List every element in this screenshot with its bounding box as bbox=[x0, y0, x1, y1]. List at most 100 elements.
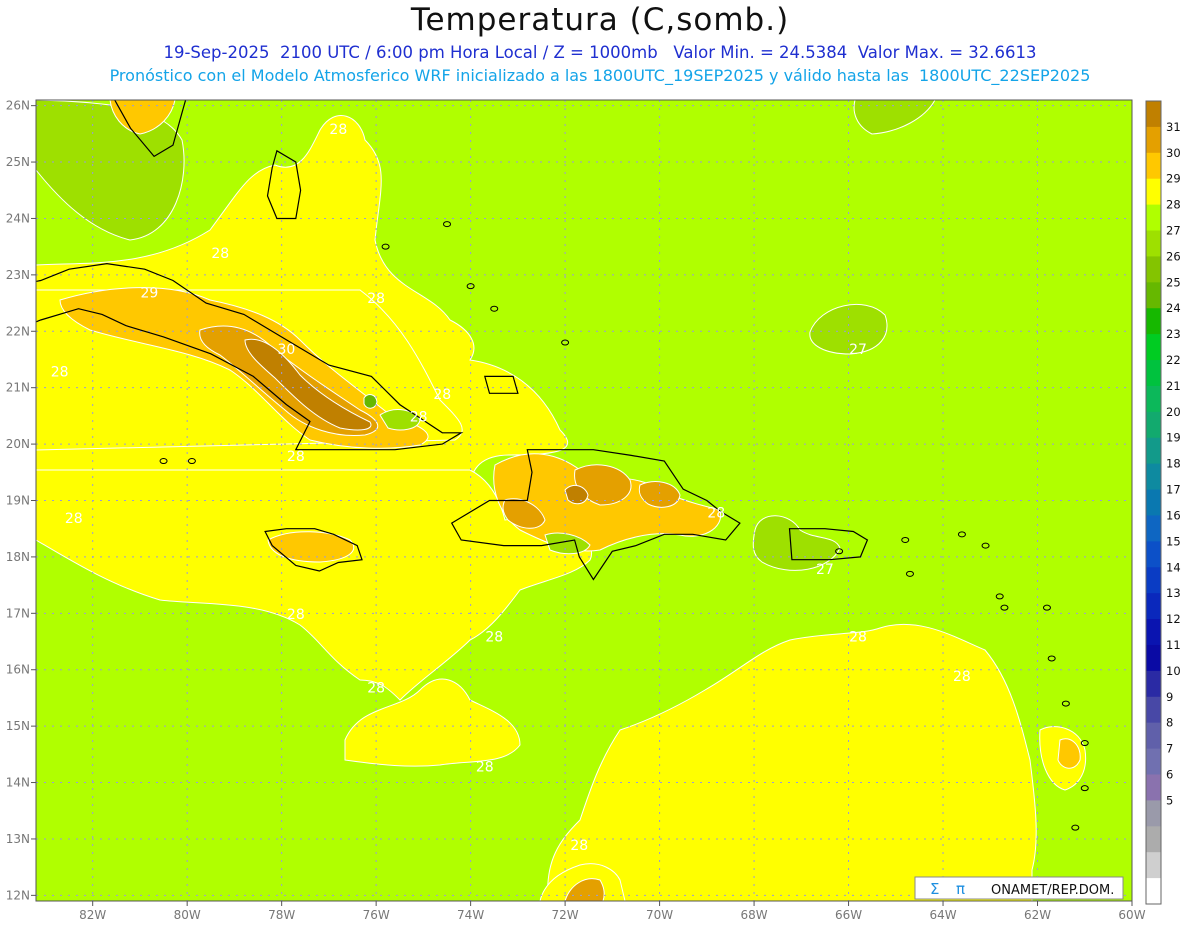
contour-label: 29 bbox=[140, 285, 158, 301]
lat-tick-label: 26N bbox=[6, 99, 30, 113]
contour-label: 28 bbox=[367, 291, 385, 307]
lon-tick-label: 74W bbox=[457, 908, 484, 922]
legend-swatch bbox=[1146, 463, 1161, 491]
contour-label: 28 bbox=[485, 630, 503, 646]
legend-label: 12 bbox=[1166, 612, 1181, 626]
contour-label: 28 bbox=[287, 449, 305, 465]
lon-tick-label: 72W bbox=[552, 908, 579, 922]
lon-tick-label: 76W bbox=[363, 908, 390, 922]
legend-label: 19 bbox=[1166, 431, 1181, 445]
legend-swatch bbox=[1146, 619, 1161, 646]
legend-swatch bbox=[1146, 670, 1161, 698]
legend-label: 17 bbox=[1166, 483, 1181, 497]
lon-tick-label: 82W bbox=[79, 908, 106, 922]
lon-tick-label: 64W bbox=[929, 908, 956, 922]
legend-swatch bbox=[1146, 152, 1161, 180]
legend-label: 30 bbox=[1166, 146, 1181, 160]
legend-swatch bbox=[1146, 696, 1161, 724]
legend-label: 11 bbox=[1166, 638, 1181, 652]
legend-label: 14 bbox=[1166, 560, 1181, 574]
legend-swatch bbox=[1146, 360, 1161, 387]
credit-sigma-logo: Σ bbox=[930, 880, 939, 898]
lat-tick-label: 14N bbox=[6, 776, 30, 790]
legend-swatch bbox=[1146, 411, 1161, 439]
contour-label: 28 bbox=[707, 505, 725, 521]
contour-label: 27 bbox=[816, 562, 834, 578]
legend-label: 7 bbox=[1166, 742, 1173, 756]
temperature-map: 282829 283028282828272827282828 2828282828… bbox=[6, 99, 1181, 922]
legend-swatch bbox=[1146, 230, 1161, 257]
lon-tick-label: 62W bbox=[1024, 908, 1051, 922]
legend-label: 15 bbox=[1166, 534, 1181, 548]
contour-label: 28 bbox=[849, 630, 867, 646]
lat-tick-label: 20N bbox=[6, 437, 30, 451]
legend-label: 5 bbox=[1166, 793, 1173, 807]
lat-tick-label: 16N bbox=[6, 663, 30, 677]
contour-label: 28 bbox=[570, 838, 588, 854]
contour-label: 28 bbox=[410, 410, 428, 426]
legend-label: 25 bbox=[1166, 275, 1181, 289]
legend-swatch bbox=[1146, 567, 1161, 594]
legend-label: 20 bbox=[1166, 405, 1181, 419]
legend-label: 29 bbox=[1166, 172, 1181, 186]
lat-tick-label: 12N bbox=[6, 888, 30, 902]
contour-label: 27 bbox=[849, 342, 867, 358]
legend-label: 21 bbox=[1166, 379, 1181, 393]
color-legend: 31 30 29 28 27 26 25 24 23 22 21 20 19 18 17 16 15 14 13 12… bbox=[1145, 100, 1181, 905]
legend-label: 10 bbox=[1166, 664, 1181, 678]
contour-label: 30 bbox=[277, 342, 295, 358]
legend-swatch bbox=[1146, 282, 1161, 309]
legend-swatch bbox=[1146, 204, 1161, 232]
legend-swatch bbox=[1146, 541, 1161, 568]
credit-pi-logo: π bbox=[956, 880, 965, 898]
lon-tick-label: 68W bbox=[740, 908, 767, 922]
legend-label: 18 bbox=[1166, 457, 1181, 471]
legend-label: 26 bbox=[1166, 249, 1181, 263]
legend-label: 28 bbox=[1166, 198, 1181, 212]
legend-swatch bbox=[1146, 126, 1161, 154]
lat-tick-label: 24N bbox=[6, 211, 30, 225]
lat-tick-label: 15N bbox=[6, 719, 30, 733]
legend-label: 13 bbox=[1166, 586, 1181, 600]
lon-tick-label: 80W bbox=[174, 908, 201, 922]
legend-swatch bbox=[1146, 878, 1161, 905]
legend-swatch bbox=[1146, 101, 1161, 128]
contour-label: 28 bbox=[476, 759, 494, 775]
legend-label: 16 bbox=[1166, 508, 1181, 522]
credit-box: Σ π ONAMET/REP.DOM. bbox=[914, 876, 1124, 900]
legend-label: 6 bbox=[1166, 767, 1173, 781]
lat-tick-label: 21N bbox=[6, 381, 30, 395]
legend-label: 23 bbox=[1166, 327, 1181, 341]
shade-25-region-cuba-spot bbox=[363, 394, 378, 409]
lon-tick-label: 78W bbox=[268, 908, 295, 922]
lat-tick-label: 22N bbox=[6, 324, 30, 338]
legend-label: 22 bbox=[1166, 353, 1181, 367]
lat-tick-label: 19N bbox=[6, 494, 30, 508]
legend-label: 8 bbox=[1166, 716, 1173, 730]
lat-tick-label: 23N bbox=[6, 268, 30, 282]
legend-swatch bbox=[1146, 256, 1161, 283]
legend-label: 24 bbox=[1166, 301, 1181, 315]
legend-swatch bbox=[1146, 515, 1161, 542]
contour-label: 28 bbox=[367, 680, 385, 696]
credit-text: ONAMET/REP.DOM. bbox=[991, 883, 1114, 898]
contour-label: 28 bbox=[433, 387, 451, 403]
legend-swatch bbox=[1146, 385, 1161, 413]
legend-swatch bbox=[1146, 748, 1161, 775]
lon-tick-label: 66W bbox=[835, 908, 862, 922]
contour-label: 28 bbox=[51, 364, 69, 380]
legend-swatch bbox=[1146, 774, 1161, 801]
lat-tick-label: 13N bbox=[6, 832, 30, 846]
lon-tick-label: 70W bbox=[646, 908, 673, 922]
legend-swatch bbox=[1146, 308, 1161, 335]
contour-label: 28 bbox=[953, 669, 971, 685]
legend-swatch bbox=[1146, 593, 1161, 620]
lat-tick-label: 18N bbox=[6, 550, 30, 564]
legend-swatch bbox=[1146, 437, 1161, 465]
legend-swatch bbox=[1146, 852, 1161, 879]
contour-label: 28 bbox=[287, 607, 305, 623]
legend-swatch bbox=[1146, 489, 1161, 516]
contour-label: 28 bbox=[211, 246, 229, 262]
legend-label: 27 bbox=[1166, 224, 1181, 238]
lat-tick-label: 25N bbox=[6, 155, 30, 169]
